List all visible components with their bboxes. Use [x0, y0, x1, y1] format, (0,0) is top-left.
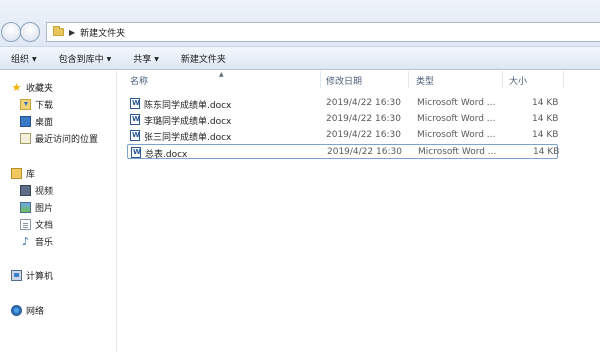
- nav-item-favorites[interactable]: ★ 收藏夹: [11, 80, 53, 95]
- chevron-down-icon: ▼: [32, 55, 37, 63]
- computer-icon: [11, 270, 22, 281]
- desktop-icon: [20, 116, 31, 127]
- file-modified: 2019/4/22 16:30: [326, 130, 401, 140]
- column-divider[interactable]: [563, 71, 564, 88]
- file-type: Microsoft Word ...: [417, 114, 496, 124]
- file-name: 陈东同学成绩单.docx: [144, 101, 232, 111]
- nav-label: 计算机: [26, 272, 54, 282]
- file-size: 14 KB: [533, 147, 560, 157]
- word-document-icon: [130, 114, 140, 125]
- nav-item-videos[interactable]: 视频: [20, 183, 53, 198]
- column-header-size[interactable]: 大小: [509, 74, 527, 87]
- nav-label: 最近访问的位置: [35, 135, 99, 145]
- file-modified: 2019/4/22 16:30: [326, 114, 401, 124]
- file-type: Microsoft Word ...: [417, 130, 496, 140]
- column-divider[interactable]: [320, 71, 321, 88]
- file-name: 李璐同学成绩单.docx: [144, 117, 232, 127]
- nav-item-documents[interactable]: 文档: [20, 217, 53, 232]
- forward-button[interactable]: [20, 22, 40, 42]
- recent-places-icon: [20, 133, 31, 144]
- file-modified: 2019/4/22 16:30: [326, 98, 401, 108]
- nav-label: 文档: [35, 221, 54, 231]
- word-document-icon: [131, 147, 141, 158]
- music-note-icon: ♪: [21, 235, 30, 248]
- column-header-modified[interactable]: 修改日期: [326, 74, 362, 87]
- new-folder-button[interactable]: 新建文件夹: [170, 52, 237, 65]
- column-divider[interactable]: [502, 71, 503, 88]
- file-row[interactable]: 张三同学成绩单.docx 2019/4/22 16:30 Microsoft W…: [127, 128, 558, 143]
- file-type: Microsoft Word ...: [417, 98, 496, 108]
- file-type: Microsoft Word ...: [418, 147, 497, 157]
- organize-label: 组织: [11, 54, 30, 65]
- nav-label: 图片: [35, 204, 54, 214]
- file-name: 总表.docx: [145, 150, 188, 160]
- file-name: 张三同学成绩单.docx: [144, 133, 232, 143]
- nav-label: 网络: [26, 307, 45, 317]
- command-toolbar: 组织 ▼ 包含到库中 ▼ 共享 ▼ 新建文件夹: [0, 46, 600, 70]
- share-label: 共享: [133, 54, 152, 65]
- nav-label: 桌面: [35, 118, 54, 128]
- word-document-icon: [130, 98, 140, 109]
- organize-menu[interactable]: 组织 ▼: [0, 52, 48, 65]
- new-folder-label: 新建文件夹: [180, 54, 226, 65]
- navigation-pane: ★ 收藏夹 下载 桌面 最近访问的位置 库 视频 图片 文档 ♪ 音乐 计算机 网络: [0, 71, 117, 352]
- nav-item-network[interactable]: 网络: [11, 303, 44, 318]
- file-modified: 2019/4/22 16:30: [327, 147, 402, 157]
- include-in-library-menu[interactable]: 包含到库中 ▼: [48, 52, 123, 65]
- video-library-icon: [20, 185, 31, 196]
- star-icon: ★: [11, 81, 22, 94]
- file-size: 14 KB: [532, 130, 559, 140]
- document-library-icon: [20, 219, 31, 230]
- share-menu[interactable]: 共享 ▼: [122, 52, 170, 65]
- nav-item-pictures[interactable]: 图片: [20, 200, 53, 215]
- column-header-type[interactable]: 类型: [416, 74, 434, 87]
- address-box[interactable]: ▶ 新建文件夹: [46, 22, 600, 42]
- file-size: 14 KB: [532, 98, 559, 108]
- breadcrumb-current-folder[interactable]: 新建文件夹: [80, 26, 125, 39]
- file-row-focused[interactable]: 总表.docx 2019/4/22 16:30 Microsoft Word .…: [127, 144, 560, 160]
- nav-item-music[interactable]: ♪ 音乐: [20, 234, 53, 249]
- nav-item-recent[interactable]: 最近访问的位置: [20, 131, 98, 146]
- nav-label: 收藏夹: [26, 84, 54, 94]
- back-button[interactable]: [1, 22, 21, 42]
- chevron-down-icon: ▼: [106, 55, 112, 63]
- include-in-library-label: 包含到库中: [58, 54, 104, 65]
- column-header-name[interactable]: 名称: [130, 74, 148, 87]
- column-divider[interactable]: [408, 71, 409, 88]
- picture-library-icon: [20, 202, 31, 213]
- network-icon: [11, 305, 22, 316]
- chevron-down-icon: ▼: [154, 55, 159, 63]
- nav-label: 库: [26, 170, 36, 180]
- address-bar-area: ▶ 新建文件夹: [0, 0, 600, 46]
- nav-item-libraries[interactable]: 库: [11, 166, 35, 181]
- library-icon: [11, 168, 22, 179]
- download-folder-icon: [20, 99, 31, 110]
- nav-label: 视频: [35, 187, 54, 197]
- file-row[interactable]: 陈东同学成绩单.docx 2019/4/22 16:30 Microsoft W…: [127, 96, 558, 111]
- nav-label: 下载: [35, 101, 54, 111]
- folder-icon: [53, 26, 64, 36]
- file-list: ▲ 名称 修改日期 类型 大小 陈东同学成绩单.docx 2019/4/22 1…: [118, 71, 600, 352]
- word-document-icon: [130, 130, 140, 141]
- file-size: 14 KB: [532, 114, 559, 124]
- nav-item-downloads[interactable]: 下载: [20, 97, 53, 112]
- sort-ascending-icon: ▲: [219, 71, 224, 78]
- nav-label: 音乐: [35, 238, 54, 248]
- column-header-row: ▲ 名称 修改日期 类型 大小: [118, 71, 600, 89]
- nav-item-desktop[interactable]: 桌面: [20, 114, 53, 129]
- nav-item-computer[interactable]: 计算机: [11, 268, 53, 283]
- breadcrumb-chevron-icon[interactable]: ▶: [69, 28, 75, 37]
- file-row[interactable]: 李璐同学成绩单.docx 2019/4/22 16:30 Microsoft W…: [127, 112, 558, 127]
